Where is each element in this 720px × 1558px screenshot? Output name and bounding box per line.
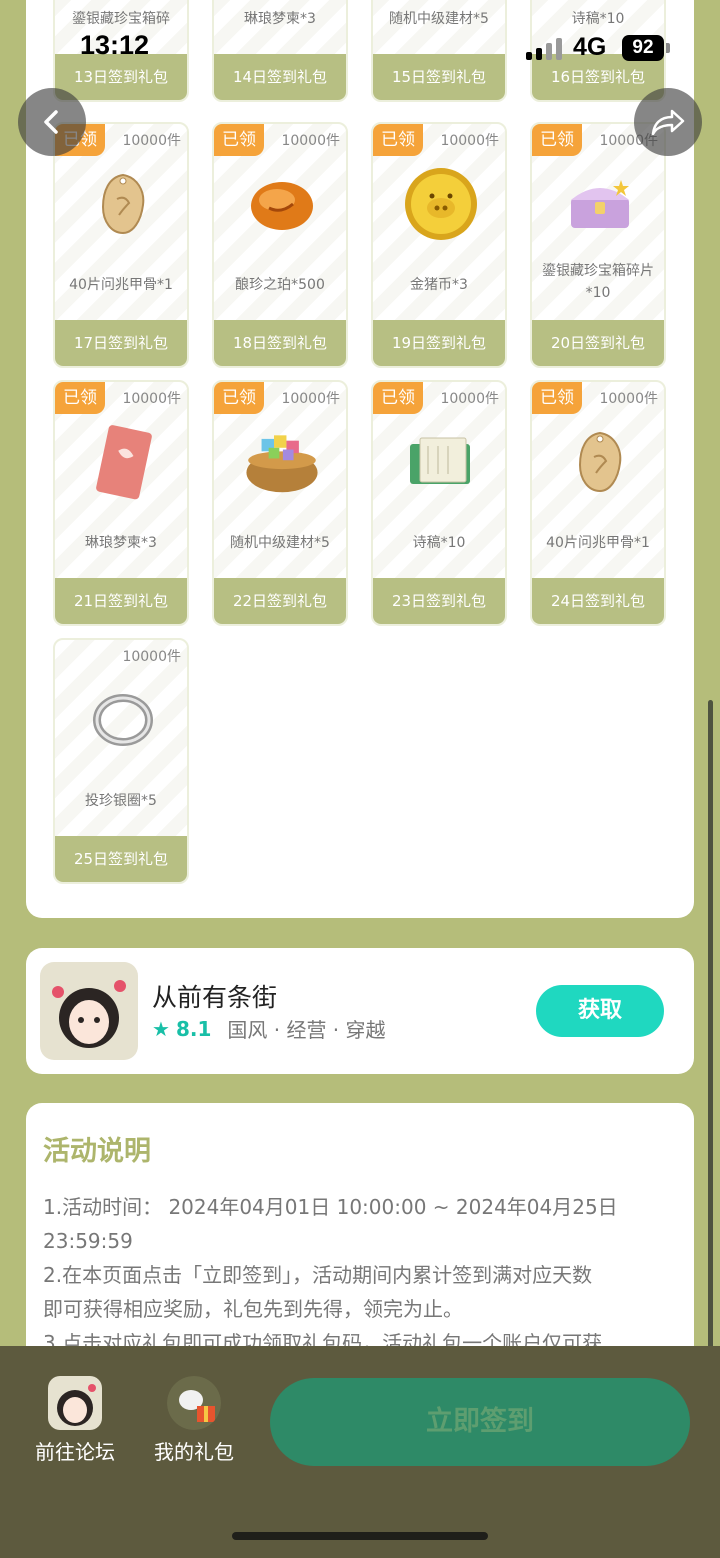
my-gifts-label: 我的礼包	[154, 1440, 234, 1464]
stock-count: 10000件	[122, 391, 181, 407]
gift-name: 金猪币*3	[410, 277, 468, 293]
star-icon: ★	[152, 1016, 170, 1041]
my-gifts-nav[interactable]: 我的礼包	[144, 1376, 244, 1465]
gift-footer: 21日签到礼包	[55, 578, 187, 624]
gift-name: 酿珍之珀*500	[235, 277, 325, 293]
gift-card-day19[interactable]: 已领 10000件 金猪币*3 19日签到礼包	[371, 122, 507, 368]
stock-count: 10000件	[599, 391, 658, 407]
app-rating: 8.1	[175, 1016, 212, 1041]
forum-nav[interactable]: 前往论坛	[25, 1376, 125, 1465]
gift-footer: 24日签到礼包	[532, 578, 664, 624]
claimed-badge: 已领	[373, 382, 423, 414]
home-indicator[interactable]	[232, 1532, 488, 1540]
rules-line: 1.活动时间： 2024年04月01日 10:00:00 ~ 2024年04月2…	[43, 1195, 618, 1219]
gift-footer: 25日签到礼包	[55, 836, 187, 882]
share-button[interactable]	[634, 88, 702, 156]
amber-icon	[242, 164, 322, 244]
gift-name: 鎏银藏珍宝箱碎片*10	[542, 263, 654, 301]
gift-footer: 19日签到礼包	[373, 320, 505, 366]
rules-line: 23:59:59	[43, 1229, 133, 1253]
stock-count: 10000件	[440, 133, 499, 149]
gift-card-day22[interactable]: 已领 10000件 随机中级建材*5 22日签到礼包	[212, 380, 348, 626]
app-meta: ★ 8.1 国风 · 经营 · 穿越	[152, 1014, 386, 1043]
gift-card-day14[interactable]: 琳琅梦柬*3 14日签到礼包	[212, 0, 348, 102]
gift-name: 投珍银圈*5	[85, 793, 157, 809]
claimed-badge: 已领	[55, 382, 105, 414]
bottom-bar: 前往论坛 我的礼包 立即签到	[0, 1346, 720, 1558]
gift-card-day15[interactable]: 随机中级建材*5 15日签到礼包	[371, 0, 507, 102]
gift-name: 琳琅梦柬*3	[85, 535, 157, 551]
scrollbar[interactable]	[708, 700, 713, 1378]
back-button[interactable]	[18, 88, 86, 156]
gift-card-day20[interactable]: 已领 10000件 鎏银藏珍宝箱碎片*10 20日签到礼包	[530, 122, 666, 368]
forum-label: 前往论坛	[35, 1440, 115, 1464]
app-tags: 国风 · 经营 · 穿越	[227, 1018, 386, 1042]
gift-footer: 23日签到礼包	[373, 578, 505, 624]
gift-name: 琳琅梦柬*3	[244, 11, 316, 27]
gift-box-icon	[167, 1376, 221, 1430]
battery-icon: 92	[622, 35, 664, 61]
status-time: 13:12	[80, 30, 150, 60]
app-icon[interactable]	[40, 962, 138, 1060]
claimed-badge: 已领	[214, 382, 264, 414]
share-icon	[651, 109, 685, 136]
app-card: 从前有条街 ★ 8.1 国风 · 经营 · 穿越 获取	[26, 948, 694, 1074]
oracle-bone-icon	[560, 422, 640, 502]
claimed-badge: 已领	[532, 124, 582, 156]
gift-card-day18[interactable]: 已领 10000件 酿珍之珀*500 18日签到礼包	[212, 122, 348, 368]
treasure-chest-icon	[560, 164, 640, 244]
battery-tip	[666, 43, 670, 53]
claimed-badge: 已领	[532, 382, 582, 414]
gift-footer: 22日签到礼包	[214, 578, 346, 624]
chevron-left-icon	[44, 110, 58, 134]
gift-card-day24[interactable]: 已领 10000件 40片问兆甲骨*1 24日签到礼包	[530, 380, 666, 626]
dream-letter-icon	[83, 422, 163, 502]
gift-card-day21[interactable]: 已领 10000件 琳琅梦柬*3 21日签到礼包	[53, 380, 189, 626]
stock-count: 10000件	[122, 649, 181, 665]
gift-name: 诗稿*10	[571, 11, 625, 27]
gift-name: 随机中级建材*5	[230, 535, 330, 551]
gift-card-day17[interactable]: 已领 10000件 40片问兆甲骨*1 17日签到礼包	[53, 122, 189, 368]
gift-footer: 17日签到礼包	[55, 320, 187, 366]
gift-footer: 18日签到礼包	[214, 320, 346, 366]
gift-card-day23[interactable]: 已领 10000件 诗稿*10 23日签到礼包	[371, 380, 507, 626]
rules-title: 活动说明	[43, 1136, 151, 1167]
gift-footer: 14日签到礼包	[214, 54, 346, 100]
signal-icon	[526, 38, 566, 60]
gift-grid-panel: 鎏银藏珍宝箱碎 13日签到礼包 琳琅梦柬*3 14日签到礼包 随机中级建材*5 …	[26, 0, 694, 918]
claimed-badge: 已领	[214, 124, 264, 156]
gift-footer: 15日签到礼包	[373, 54, 505, 100]
gift-name: 诗稿*10	[412, 535, 466, 551]
silver-ring-icon	[83, 680, 163, 760]
claimed-badge: 已领	[373, 124, 423, 156]
stock-count: 10000件	[122, 133, 181, 149]
gem-pot-icon	[242, 422, 322, 502]
signin-button[interactable]: 立即签到	[270, 1378, 690, 1466]
forum-avatar-icon	[48, 1376, 102, 1430]
gift-name: 鎏银藏珍宝箱碎	[72, 11, 170, 27]
gift-name: 随机中级建材*5	[389, 11, 489, 27]
network-type: 4G	[573, 33, 607, 61]
gold-pig-coin-icon	[401, 164, 481, 244]
app-name: 从前有条街	[152, 983, 278, 1012]
get-app-button[interactable]: 获取	[536, 985, 664, 1037]
stock-count: 10000件	[440, 391, 499, 407]
gift-footer: 20日签到礼包	[532, 320, 664, 366]
stock-count: 10000件	[281, 391, 340, 407]
gift-card-day25[interactable]: 10000件 投珍银圈*5 25日签到礼包	[53, 638, 189, 884]
poem-scroll-icon	[401, 422, 481, 502]
rules-line: 即可获得相应奖励，礼包先到先得，领完为止。	[43, 1297, 463, 1321]
rules-line: 2.在本页面点击「立即签到」，活动期间内累计签到满对应天数	[43, 1263, 593, 1287]
gift-name: 40片问兆甲骨*1	[546, 535, 650, 551]
gift-name: 40片问兆甲骨*1	[69, 277, 173, 293]
oracle-bone-icon	[83, 164, 163, 244]
stock-count: 10000件	[281, 133, 340, 149]
